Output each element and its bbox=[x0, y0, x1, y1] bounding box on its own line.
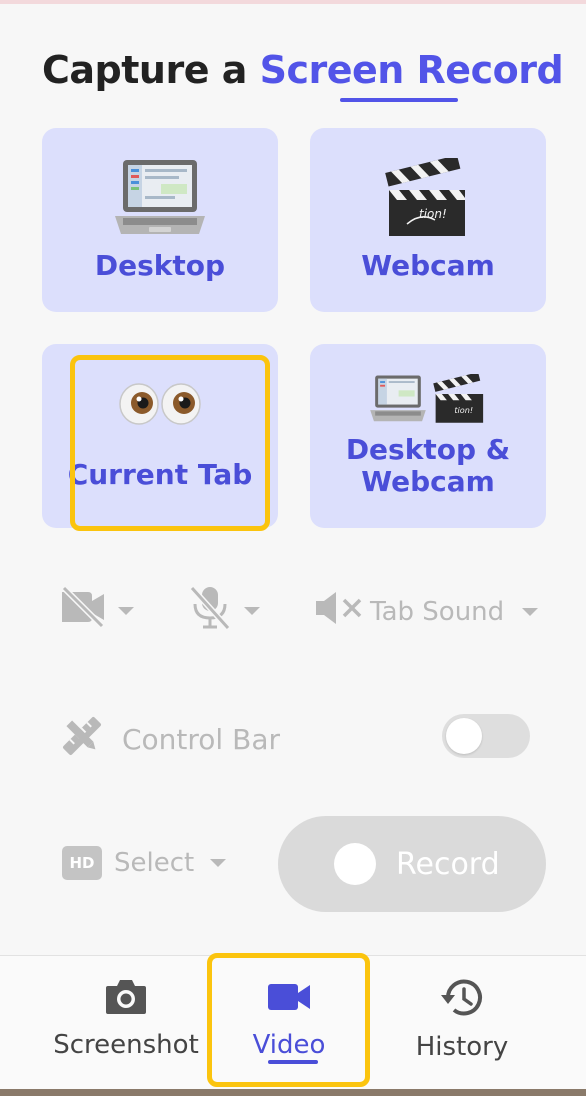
source-desktop-and-webcam-button[interactable]: tion! Desktop & Webcam bbox=[310, 344, 546, 528]
control-bar-label: Control Bar bbox=[122, 723, 280, 756]
eyes-icon bbox=[118, 381, 202, 427]
page-title: Capture a Screen Record bbox=[42, 48, 564, 92]
camera-off-icon bbox=[60, 585, 106, 635]
quality-select[interactable]: HD Select bbox=[62, 846, 227, 880]
title-highlight: Screen Record bbox=[259, 48, 564, 92]
quality-select-label: Select bbox=[114, 848, 195, 878]
source-label: Webcam bbox=[361, 249, 495, 282]
title-prefix: Capture a bbox=[42, 48, 247, 92]
pencil-ruler-icon bbox=[62, 716, 102, 763]
nav-screenshot-tab[interactable]: Screenshot bbox=[53, 978, 199, 1060]
speaker-muted-icon bbox=[314, 590, 364, 633]
chevron-down-icon bbox=[118, 606, 134, 615]
source-current-tab-button[interactable]: Current Tab bbox=[42, 344, 278, 528]
nav-video-tab[interactable]: Video bbox=[214, 978, 364, 1060]
tab-sound-label: Tab Sound bbox=[370, 596, 505, 627]
nav-label: Video bbox=[252, 1030, 326, 1060]
tab-sound-dropdown[interactable]: Tab Sound bbox=[314, 590, 539, 633]
hd-badge-icon: HD bbox=[62, 846, 102, 880]
title-underline bbox=[340, 98, 458, 102]
toggle-knob bbox=[446, 718, 482, 754]
bottom-strip bbox=[0, 1089, 586, 1096]
active-tab-underline bbox=[268, 1060, 318, 1064]
source-label: Desktop bbox=[94, 249, 226, 282]
nav-label: History bbox=[415, 1032, 509, 1062]
chevron-down-icon bbox=[244, 606, 260, 615]
source-label: Desktop & Webcam bbox=[345, 433, 511, 498]
mic-off-icon bbox=[188, 584, 232, 637]
record-button[interactable]: Record bbox=[278, 816, 546, 912]
top-strip bbox=[0, 0, 586, 4]
chevron-down-icon bbox=[210, 859, 227, 867]
laptop-icon bbox=[113, 158, 207, 238]
record-dot-icon bbox=[334, 843, 376, 885]
source-label: Current Tab bbox=[67, 458, 253, 491]
camera-dropdown[interactable] bbox=[60, 585, 134, 635]
control-bar-row: Control Bar bbox=[62, 716, 280, 763]
nav-history-tab[interactable]: History bbox=[400, 978, 524, 1062]
video-icon bbox=[266, 978, 312, 1020]
record-label: Record bbox=[396, 846, 500, 882]
chevron-down-icon bbox=[522, 607, 539, 616]
microphone-dropdown[interactable] bbox=[188, 584, 260, 637]
svg-text:tion!: tion! bbox=[454, 405, 473, 415]
source-desktop-button[interactable]: Desktop bbox=[42, 128, 278, 312]
control-bar-toggle[interactable] bbox=[442, 714, 530, 758]
camera-icon bbox=[104, 978, 148, 1020]
history-icon bbox=[440, 978, 484, 1022]
nav-label: Screenshot bbox=[53, 1030, 199, 1060]
laptop-and-clapperboard-icon: tion! bbox=[369, 374, 487, 424]
svg-text:tion!: tion! bbox=[419, 207, 447, 221]
clapperboard-icon: tion! bbox=[385, 158, 471, 238]
source-webcam-button[interactable]: tion! Webcam bbox=[310, 128, 546, 312]
